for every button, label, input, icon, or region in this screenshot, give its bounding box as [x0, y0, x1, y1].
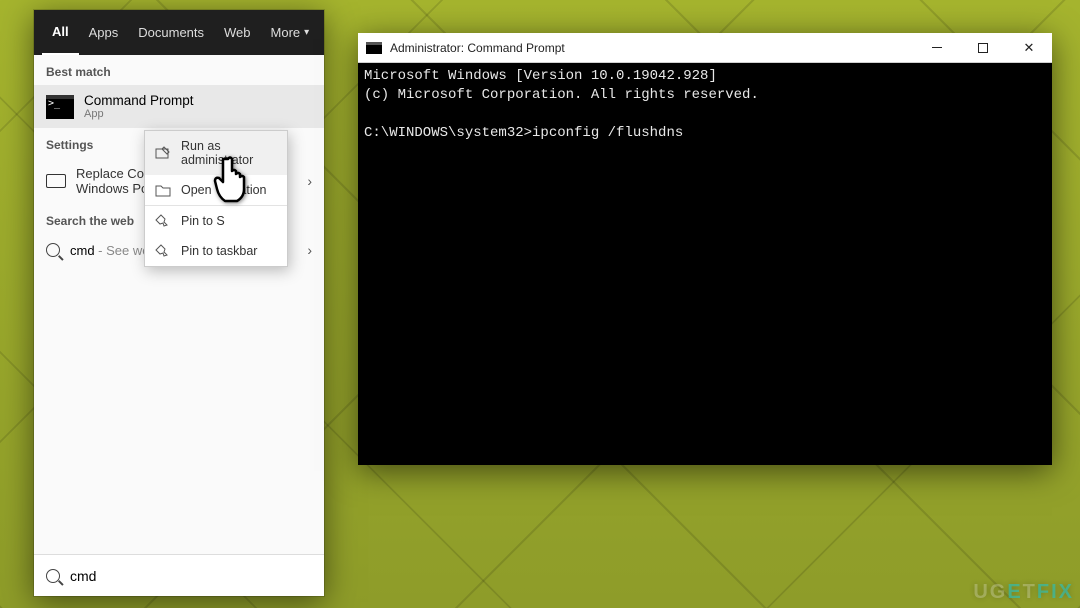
tab-apps[interactable]: Apps: [79, 10, 129, 55]
close-button[interactable]: [1006, 33, 1052, 63]
window-controls: [914, 33, 1052, 63]
ctx-pin-taskbar-label: Pin to taskbar: [181, 244, 257, 258]
search-panel-spacer: [34, 266, 324, 554]
chevron-down-icon: ▾: [304, 27, 309, 38]
cursor-hand-pointer-icon: [213, 155, 255, 205]
search-icon: [46, 243, 60, 257]
section-best-match: Best match: [34, 55, 324, 85]
tab-documents-label: Documents: [138, 25, 204, 40]
close-icon: [1024, 40, 1035, 56]
tab-more[interactable]: More ▾: [261, 10, 320, 55]
window-title: Administrator: Command Prompt: [390, 41, 914, 55]
search-tabs: All Apps Documents Web More ▾: [34, 10, 324, 55]
best-match-text: Command Prompt App: [84, 93, 194, 120]
console-line1: Microsoft Windows [Version 10.0.19042.92…: [364, 68, 717, 84]
tab-more-label: More: [271, 25, 301, 40]
settings-icon: [46, 174, 66, 188]
ctx-pin-to-start[interactable]: Pin to S: [145, 206, 287, 236]
watermark: UGETFIX: [973, 581, 1074, 604]
maximize-button[interactable]: [960, 33, 1006, 63]
pin-start-icon: [155, 214, 171, 228]
command-prompt-icon: [46, 95, 74, 119]
tab-apps-label: Apps: [89, 25, 119, 40]
console-output[interactable]: Microsoft Windows [Version 10.0.19042.92…: [358, 63, 1052, 465]
start-search-panel: All Apps Documents Web More ▾ Best match…: [34, 10, 324, 596]
tab-all-label: All: [52, 24, 69, 39]
search-icon: [46, 569, 60, 583]
chevron-right-icon: ›: [307, 173, 312, 189]
chevron-right-icon: ›: [307, 242, 312, 258]
folder-icon: [155, 183, 171, 197]
best-match-title: Command Prompt: [84, 93, 194, 108]
minimize-button[interactable]: [914, 33, 960, 63]
tab-web[interactable]: Web: [214, 10, 261, 55]
tab-web-label: Web: [224, 25, 251, 40]
search-input[interactable]: [70, 568, 312, 584]
ctx-pin-to-taskbar[interactable]: Pin to taskbar: [145, 236, 287, 266]
tab-documents[interactable]: Documents: [128, 10, 214, 55]
best-match-subtitle: App: [84, 108, 194, 120]
pin-taskbar-icon: [155, 244, 171, 258]
maximize-icon: [978, 43, 988, 53]
titlebar[interactable]: Administrator: Command Prompt: [358, 33, 1052, 63]
tab-all[interactable]: All: [42, 10, 79, 55]
command-prompt-icon: [366, 42, 382, 54]
ctx-pin-start-label: Pin to S: [181, 214, 225, 228]
console-prompt: C:\WINDOWS\system32>ipconfig /flushdns: [364, 125, 683, 141]
web-query: cmd: [70, 243, 95, 258]
best-match-result[interactable]: Command Prompt App: [34, 85, 324, 128]
console-line2: (c) Microsoft Corporation. All rights re…: [364, 87, 759, 103]
run-admin-icon: [155, 146, 171, 160]
minimize-icon: [932, 47, 942, 48]
search-bar[interactable]: [34, 554, 324, 596]
command-prompt-window: Administrator: Command Prompt Microsoft …: [358, 33, 1052, 465]
